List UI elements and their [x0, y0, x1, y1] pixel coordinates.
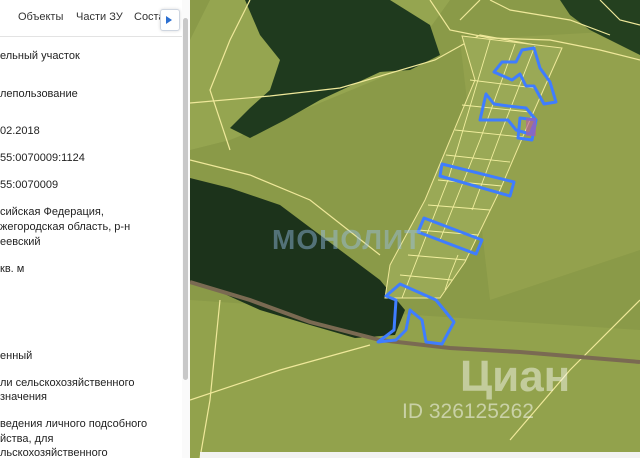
listing-id: ID 326125262 — [402, 400, 534, 423]
registration-date: 02.2018 — [0, 125, 40, 137]
land-category-line-2: значения — [0, 391, 48, 403]
tabs-next-button[interactable] — [160, 9, 180, 31]
cadastral-number: 55:0070009:1124 — [0, 152, 85, 164]
permitted-use-line-3: льскохозяйственного — [0, 447, 108, 458]
permitted-use-line-1: ведения личного подсобного — [0, 418, 148, 430]
cadastral-quarter: 55:0070009 — [0, 179, 59, 191]
tab-parts[interactable]: Части ЗУ — [76, 11, 123, 23]
chevron-right-icon — [166, 16, 172, 24]
address-line-1: сийская Федерация, — [0, 206, 104, 218]
watermark-cian: Циан — [460, 352, 571, 401]
info-panel: Объекты Части ЗУ Соста ельный участок ле… — [0, 0, 190, 458]
watermark-monolit: МОНОЛИТ — [272, 224, 423, 255]
land-category-line-1: ли сельскохозяйственного — [0, 377, 135, 389]
tab-bar: Объекты Части ЗУ Соста — [0, 0, 190, 37]
map-bottom-bar — [200, 452, 640, 458]
permitted-use-line-2: йства, для — [0, 433, 54, 445]
parcel-status: енный — [0, 350, 33, 362]
satellite-map[interactable]: МОНОЛИТ Циан ID 326125262 — [190, 0, 640, 458]
parcel-type: ельный участок — [0, 50, 80, 62]
address-line-3: еевский — [0, 236, 41, 248]
tab-objects[interactable]: Объекты — [18, 11, 63, 23]
parcel-area: кв. м — [0, 263, 25, 275]
address-line-2: жегородская область, р-н — [0, 221, 131, 233]
selected-parcel — [526, 118, 536, 136]
panel-scrollbar-thumb[interactable] — [183, 18, 188, 380]
parcel-category: лепользование — [0, 88, 78, 100]
